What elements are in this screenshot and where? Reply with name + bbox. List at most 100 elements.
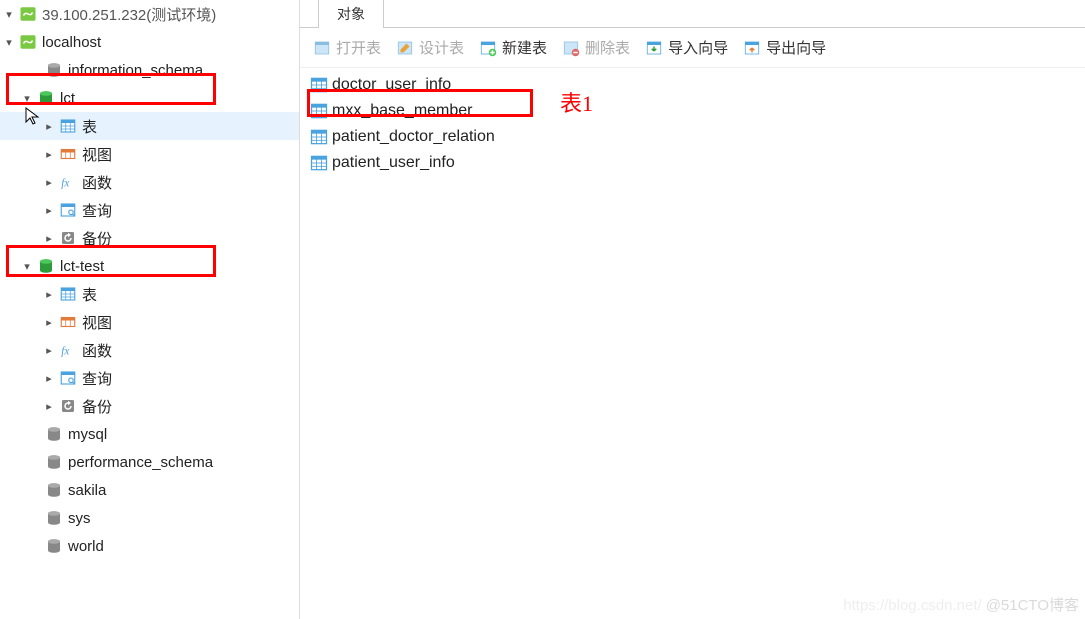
- chevron-right-icon: ▸: [42, 315, 56, 329]
- database-item[interactable]: ▸ world: [0, 532, 299, 560]
- new-table-icon: [478, 38, 498, 58]
- function-icon: fx: [58, 172, 78, 192]
- node-label: 表: [82, 284, 97, 305]
- table-row[interactable]: patient_doctor_relation: [308, 124, 1077, 150]
- table-icon: [308, 152, 330, 174]
- database-icon: [44, 452, 64, 472]
- node-label: 视图: [82, 144, 112, 165]
- toolbar-label: 新建表: [502, 37, 547, 58]
- toolbar-label: 打开表: [336, 37, 381, 58]
- toolbar-label: 设计表: [419, 37, 464, 58]
- toolbar: 打开表 设计表 新建表 删除表: [300, 28, 1085, 68]
- table-icon: [58, 284, 78, 304]
- queries-node[interactable]: ▸ 查询: [0, 364, 299, 392]
- node-label: 视图: [82, 312, 112, 333]
- functions-node[interactable]: ▸ fx 函数: [0, 168, 299, 196]
- table-row[interactable]: doctor_user_info: [308, 72, 1077, 98]
- query-icon: [58, 368, 78, 388]
- database-icon: [44, 480, 64, 500]
- database-item[interactable]: ▸ performance_schema: [0, 448, 299, 476]
- database-item[interactable]: ▸ information_schema: [0, 56, 299, 84]
- queries-node[interactable]: ▸ 查询: [0, 196, 299, 224]
- node-label: 函数: [82, 172, 112, 193]
- toolbar-label: 导入向导: [668, 37, 728, 58]
- database-label: lct: [60, 90, 75, 107]
- tab-label: 对象: [337, 6, 365, 22]
- chevron-right-icon: ▸: [42, 203, 56, 217]
- backup-node[interactable]: ▸ 备份: [0, 224, 299, 252]
- database-label: mysql: [68, 426, 107, 443]
- main-panel: 对象 打开表 设计表 新建表: [300, 0, 1085, 619]
- table-name: doctor_user_info: [332, 76, 451, 94]
- database-label: world: [68, 538, 104, 555]
- design-table-icon: [395, 38, 415, 58]
- chevron-down-icon: ▾: [2, 7, 16, 21]
- database-item-lct-test[interactable]: ▾ lct-test: [0, 252, 299, 280]
- table-icon: [308, 74, 330, 96]
- toolbar-label: 删除表: [585, 37, 630, 58]
- open-table-button[interactable]: 打开表: [310, 35, 383, 60]
- export-wizard-button[interactable]: 导出向导: [740, 35, 828, 60]
- table-row[interactable]: patient_user_info: [308, 150, 1077, 176]
- toolbar-label: 导出向导: [766, 37, 826, 58]
- chevron-right-icon: ▸: [42, 343, 56, 357]
- views-node[interactable]: ▸ 视图: [0, 308, 299, 336]
- import-icon: [644, 38, 664, 58]
- node-label: 备份: [82, 396, 112, 417]
- delete-table-icon: [561, 38, 581, 58]
- table-name: patient_user_info: [332, 154, 455, 172]
- query-icon: [58, 200, 78, 220]
- database-label: lct-test: [60, 258, 104, 275]
- new-table-button[interactable]: 新建表: [476, 35, 549, 60]
- svg-text:fx: fx: [61, 178, 69, 190]
- chevron-right-icon: ▸: [42, 371, 56, 385]
- chevron-down-icon: ▾: [20, 91, 34, 105]
- export-icon: [742, 38, 762, 58]
- views-node[interactable]: ▸ 视图: [0, 140, 299, 168]
- database-label: sakila: [68, 482, 106, 499]
- chevron-down-icon: ▾: [2, 35, 16, 49]
- svg-text:fx: fx: [61, 346, 69, 358]
- connection-icon: [18, 4, 38, 24]
- database-label: information_schema: [68, 62, 203, 79]
- table-row[interactable]: mxx_base_member: [308, 98, 1077, 124]
- table-icon: [58, 116, 78, 136]
- chevron-right-icon: ▸: [42, 119, 56, 133]
- chevron-down-icon: ▾: [20, 259, 34, 273]
- table-name: mxx_base_member: [332, 102, 473, 120]
- node-label: 函数: [82, 340, 112, 361]
- backup-node[interactable]: ▸ 备份: [0, 392, 299, 420]
- chevron-right-icon: ▸: [42, 175, 56, 189]
- open-table-icon: [312, 38, 332, 58]
- table-list: doctor_user_info mxx_base_member patient…: [300, 68, 1085, 180]
- connection-item[interactable]: ▾ localhost: [0, 28, 299, 56]
- delete-table-button[interactable]: 删除表: [559, 35, 632, 60]
- tables-node[interactable]: ▸ 表: [0, 112, 299, 140]
- database-item[interactable]: ▸ sakila: [0, 476, 299, 504]
- table-icon: [308, 100, 330, 122]
- tables-node[interactable]: ▸ 表: [0, 280, 299, 308]
- tab-bar: 对象: [300, 0, 1085, 28]
- chevron-right-icon: ▸: [42, 147, 56, 161]
- connection-label: localhost: [42, 34, 101, 51]
- database-label: performance_schema: [68, 454, 213, 471]
- table-name: patient_doctor_relation: [332, 128, 495, 146]
- database-item[interactable]: ▸ sys: [0, 504, 299, 532]
- tab-objects[interactable]: 对象: [318, 0, 384, 28]
- database-item-lct[interactable]: ▾ lct: [0, 84, 299, 112]
- database-label: sys: [68, 510, 91, 527]
- database-icon: [44, 508, 64, 528]
- backup-icon: [58, 228, 78, 248]
- functions-node[interactable]: ▸ fx 函数: [0, 336, 299, 364]
- database-item[interactable]: ▸ mysql: [0, 420, 299, 448]
- function-icon: fx: [58, 340, 78, 360]
- connection-label: 39.100.251.232(测试环境): [42, 4, 216, 25]
- view-icon: [58, 312, 78, 332]
- connection-item[interactable]: ▾ 39.100.251.232(测试环境): [0, 0, 299, 28]
- import-wizard-button[interactable]: 导入向导: [642, 35, 730, 60]
- node-label: 备份: [82, 228, 112, 249]
- node-label: 查询: [82, 368, 112, 389]
- design-table-button[interactable]: 设计表: [393, 35, 466, 60]
- backup-icon: [58, 396, 78, 416]
- table-icon: [308, 126, 330, 148]
